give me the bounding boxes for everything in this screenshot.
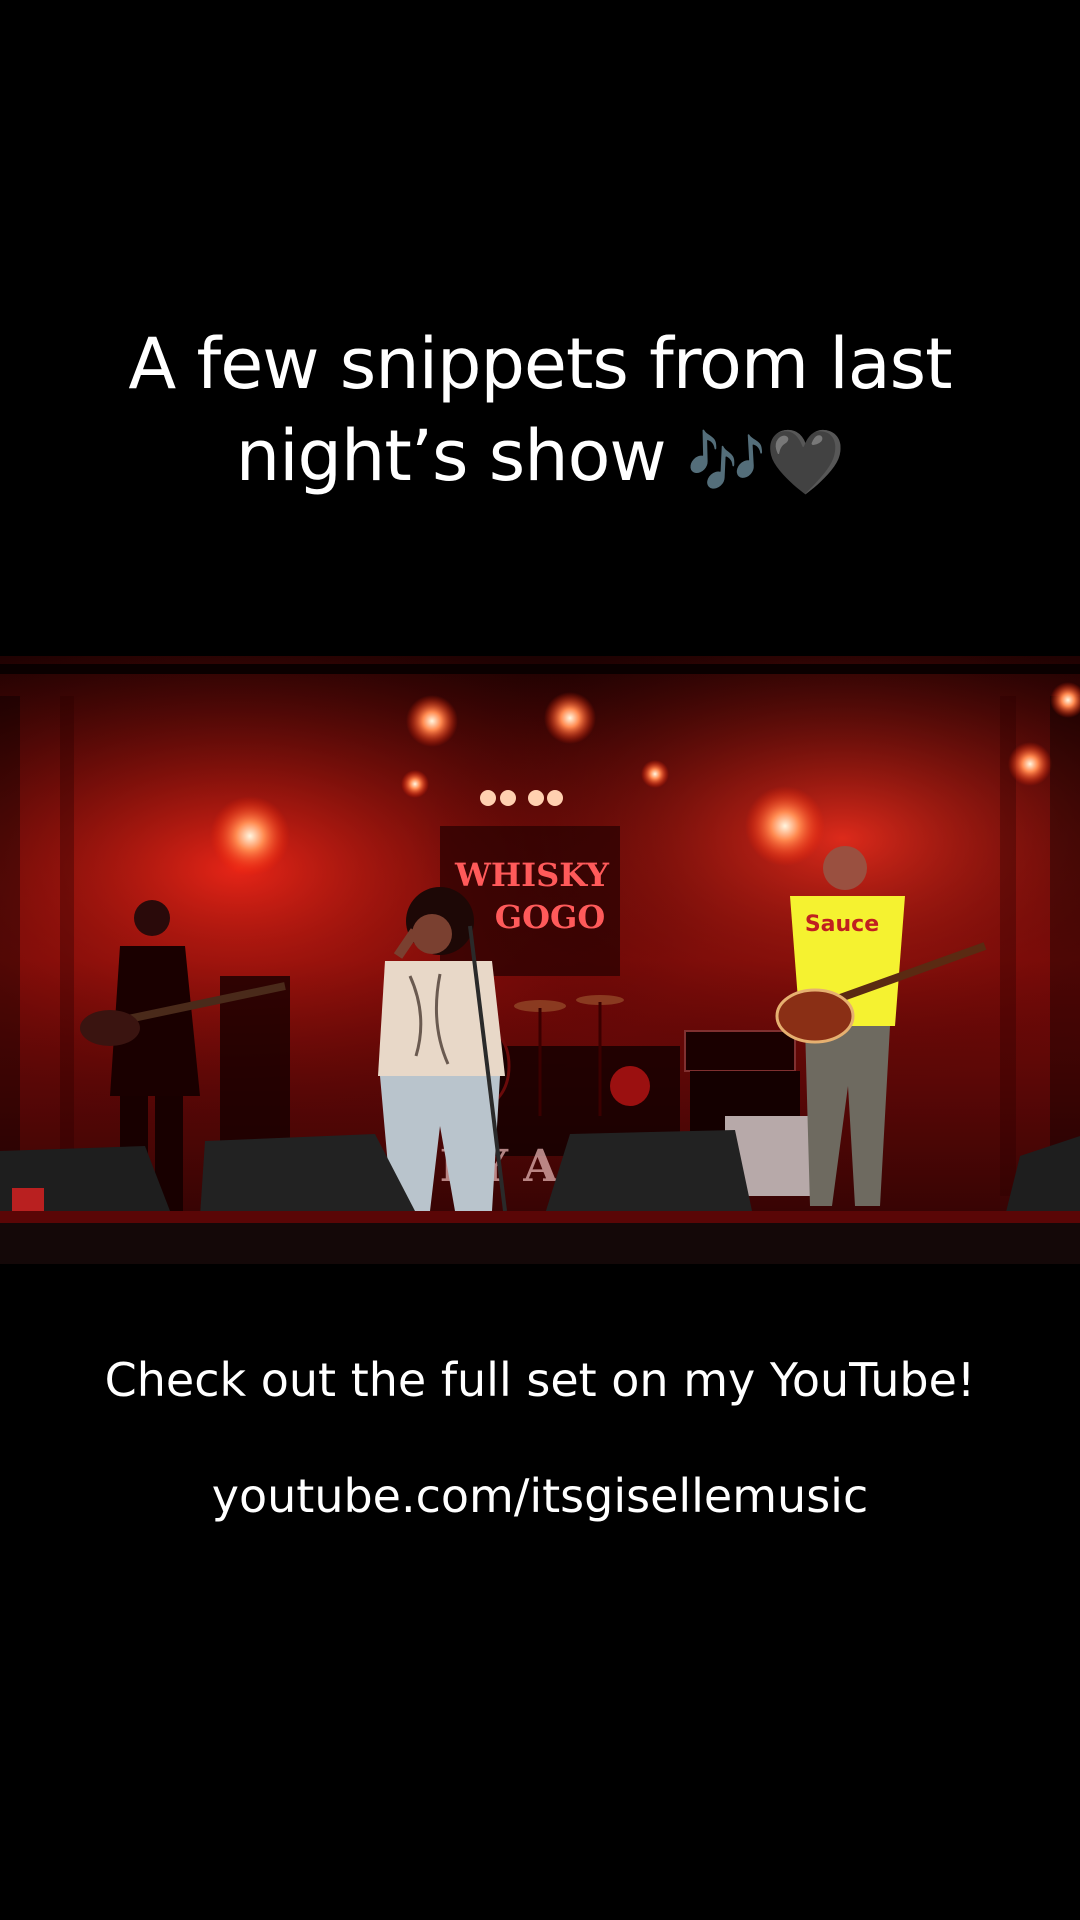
concert-stage-scene: WHISKY GOGO KY A G Sauce (0, 656, 1080, 1264)
cta-caption: Check out the full set on my YouTube! (104, 1353, 976, 1407)
headline-line-1: A few snippets from last (128, 323, 952, 405)
concert-video-frame[interactable]: WHISKY GOGO KY A G Sauce (0, 656, 1080, 1264)
youtube-link-caption: youtube.com/itsgisellemusic (211, 1469, 869, 1523)
stage-front (0, 1223, 1080, 1264)
headline-caption: A few snippets from last night’s show 🎶🖤 (60, 318, 1020, 509)
venue-sign-line-2: GOGO (495, 898, 605, 936)
music-heart-emoji: 🎶🖤 (686, 426, 845, 500)
svg-text:Sauce: Sauce (805, 912, 879, 937)
headline-line-2: night’s show 🎶🖤 (60, 410, 1020, 509)
headline-line-2-text: night’s show (235, 415, 667, 497)
venue-sign-line-1: WHISKY (454, 856, 610, 894)
stage-edge-light (0, 1211, 1080, 1223)
lighting-truss (0, 664, 1080, 674)
